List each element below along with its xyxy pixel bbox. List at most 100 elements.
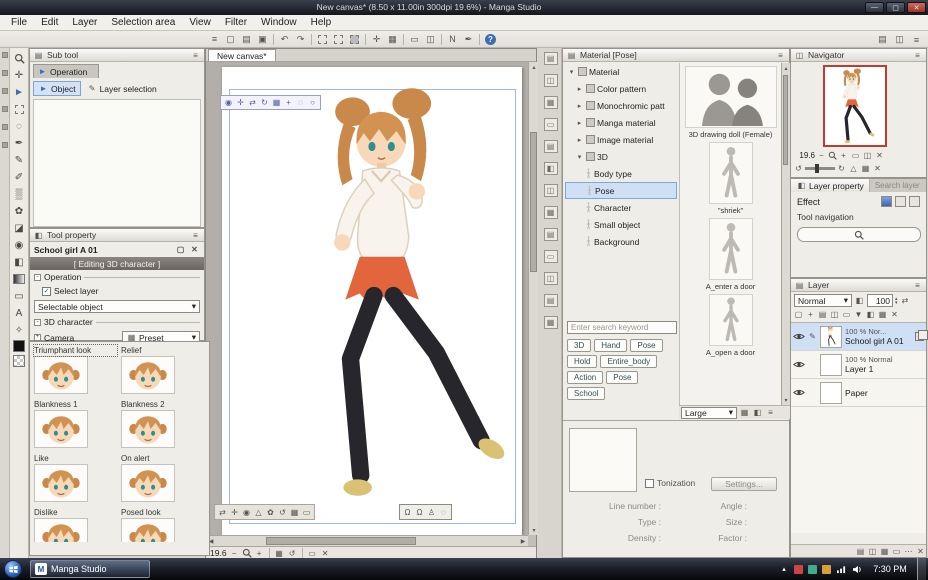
pen-tool-icon[interactable] — [11, 136, 27, 150]
thumbnail-size-dropdown[interactable]: Large — [681, 407, 737, 419]
tag-action[interactable]: Action — [567, 371, 603, 384]
grid-icon[interactable] — [385, 33, 400, 46]
tool-navigation-search[interactable] — [797, 227, 921, 242]
dock-handle-icon[interactable] — [2, 142, 8, 148]
collapsed-panel-tab[interactable] — [544, 250, 558, 263]
material-item-shriek[interactable]: "shriek" — [680, 139, 781, 215]
material-search-input[interactable] — [567, 321, 677, 334]
expression-item[interactable]: Posed look — [119, 506, 206, 542]
reset-rotation-icon[interactable] — [287, 548, 298, 559]
scale-model-icon[interactable] — [253, 507, 264, 518]
taskbar-app-manga-studio[interactable]: M Manga Studio — [30, 560, 150, 578]
sub-tool-menu-icon[interactable] — [190, 50, 201, 61]
settings-button[interactable]: Settings... — [711, 477, 777, 491]
canvas-panel-menu-icon[interactable] — [207, 33, 222, 46]
select-layer-checkbox[interactable]: ✓ — [42, 287, 51, 296]
select-all-icon[interactable] — [331, 33, 346, 46]
flip-horizontal-icon[interactable] — [848, 163, 859, 174]
tree-item-3d[interactable]: 3D — [565, 148, 679, 165]
vertical-scrollbar[interactable] — [528, 62, 538, 535]
clear-view-icon[interactable] — [320, 548, 331, 559]
layer-color-effect-icon[interactable] — [909, 196, 920, 207]
airbrush-tool-icon[interactable] — [11, 187, 27, 201]
dock-handle-icon[interactable] — [2, 106, 8, 112]
footer-more-icon[interactable] — [903, 546, 914, 557]
collapsed-panel-tab[interactable] — [544, 162, 558, 175]
show-hidden-icons-icon[interactable] — [779, 565, 789, 573]
footer-new-layer-icon[interactable] — [855, 546, 866, 557]
collapsed-panel-tab[interactable] — [544, 228, 558, 241]
zoom-out-icon[interactable] — [229, 548, 240, 559]
flip-vertical-icon[interactable] — [860, 163, 871, 174]
new-vector-layer-icon[interactable] — [805, 309, 816, 320]
tree-item-material[interactable]: Material — [565, 63, 679, 80]
zoom-in-icon[interactable] — [838, 150, 849, 161]
collapsed-panel-tab[interactable] — [544, 316, 558, 329]
expander-open-icon[interactable] — [567, 68, 576, 76]
menu-view[interactable]: View — [182, 15, 218, 31]
pencil-tool-icon[interactable] — [11, 153, 27, 167]
border-effect-icon[interactable] — [881, 196, 892, 207]
footer-merge-icon[interactable] — [879, 546, 890, 557]
reset-rotation-icon[interactable] — [872, 163, 883, 174]
decoration-tool-icon[interactable] — [11, 204, 27, 218]
scroll-right-icon[interactable] — [518, 536, 528, 546]
expression-item[interactable]: Like — [32, 452, 119, 506]
opacity-stepper[interactable] — [895, 297, 898, 305]
tag-school[interactable]: School — [567, 387, 605, 400]
tag-entire-body[interactable]: Entire_body — [600, 355, 657, 368]
panel-layout-icon[interactable] — [892, 33, 907, 46]
grid-view-icon[interactable] — [739, 407, 750, 418]
snap-to-ruler-icon[interactable] — [369, 33, 384, 46]
collapsed-panel-tab[interactable] — [544, 74, 558, 87]
lasso-tool-icon[interactable] — [11, 119, 27, 133]
canvas-area[interactable] — [206, 62, 528, 535]
material-scroll-thumb[interactable] — [783, 75, 788, 165]
expander-closed-icon[interactable] — [575, 102, 584, 110]
camera-pan-icon[interactable] — [235, 97, 246, 108]
divide-frame-icon[interactable] — [877, 309, 888, 320]
material-panel-menu-icon[interactable] — [775, 50, 786, 61]
material-scrollbar[interactable] — [781, 63, 790, 405]
tree-item-monochromic-pattern[interactable]: Monochromic patt — [565, 97, 679, 114]
collapse-3d-character-icon[interactable]: - — [34, 319, 41, 326]
horizontal-scrollbar[interactable] — [206, 535, 528, 546]
tag-hold[interactable]: Hold — [567, 355, 597, 368]
navigator-thumbnail[interactable] — [823, 65, 887, 147]
blend-tool-icon[interactable] — [11, 238, 27, 252]
menu-filter[interactable]: Filter — [218, 15, 254, 31]
tab-search-layer[interactable]: Search layer — [870, 179, 926, 192]
fit-to-screen-icon[interactable] — [274, 548, 285, 559]
ground-grid-icon[interactable] — [289, 507, 300, 518]
opacity-input[interactable]: 100 — [867, 294, 893, 307]
camera-rotate-icon[interactable] — [223, 97, 234, 108]
reset-zoom-icon[interactable] — [874, 150, 885, 161]
expander-closed-icon[interactable] — [575, 119, 584, 127]
expression-item[interactable]: Relief — [119, 344, 206, 398]
layer-thumbnail[interactable] — [820, 382, 842, 404]
menu-layer[interactable]: Layer — [65, 15, 104, 31]
camera-angle-icon[interactable] — [301, 507, 312, 518]
tree-item-image-material[interactable]: Image material — [565, 131, 679, 148]
invert-selection-icon[interactable] — [347, 33, 362, 46]
dock-handle-icon[interactable] — [2, 124, 8, 130]
expand-opacity-icon[interactable] — [900, 295, 911, 306]
delete-layer-icon[interactable] — [889, 309, 900, 320]
dock-handle-icon[interactable] — [2, 52, 8, 58]
3d-character-figure[interactable] — [279, 81, 519, 505]
collapsed-panel-tab[interactable] — [544, 140, 558, 153]
camera-zoom-icon[interactable] — [247, 97, 258, 108]
zoom-out-icon[interactable] — [816, 150, 827, 161]
operation-tool-icon[interactable] — [11, 85, 27, 99]
network-icon[interactable] — [836, 565, 847, 574]
visibility-eye-icon[interactable] — [793, 388, 805, 397]
move-model-icon[interactable] — [229, 507, 240, 518]
tag-pose-2[interactable]: Pose — [606, 371, 638, 384]
workspace-icon[interactable] — [875, 33, 890, 46]
menu-window[interactable]: Window — [254, 15, 304, 31]
mannequin-icon[interactable] — [426, 507, 437, 518]
correction-icon[interactable] — [461, 33, 476, 46]
model-rotate-icon[interactable] — [259, 97, 270, 108]
tab-operation[interactable]: Operation — [33, 64, 99, 78]
material-item-enter-door[interactable]: A_enter a door — [680, 215, 781, 291]
